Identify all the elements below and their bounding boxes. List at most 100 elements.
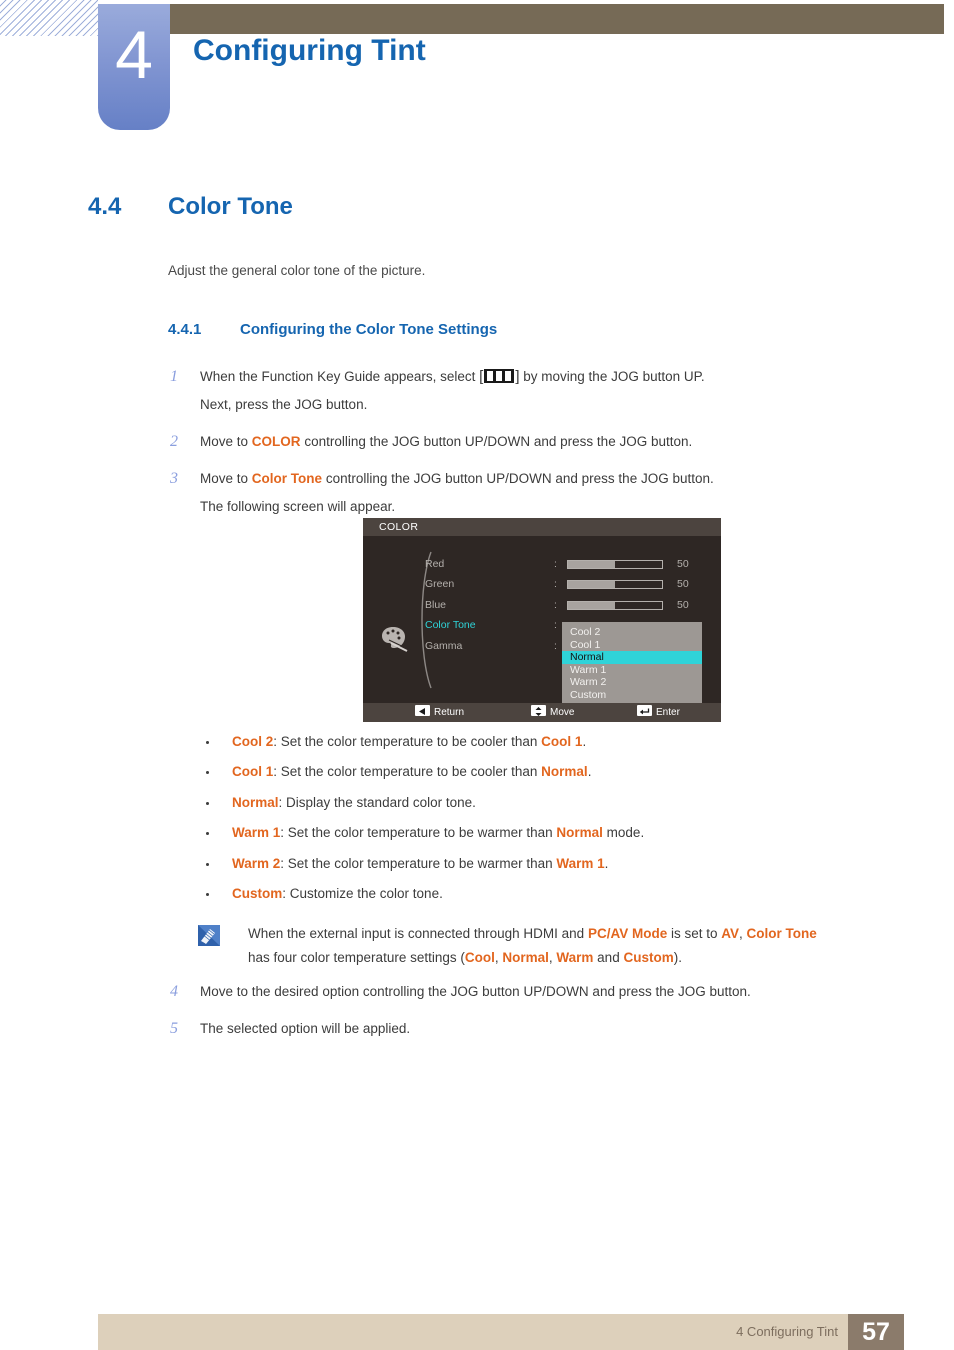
osd-value-blue: 50 — [677, 598, 689, 611]
dropdown-option-normal[interactable]: Normal — [562, 651, 702, 664]
steps-list-bottom: 4 Move to the desired option controlling… — [168, 978, 908, 1052]
bullet-term2: Cool 1 — [541, 734, 583, 749]
osd-body: Red : 50 Green : 50 Blue : 50 Color Tone… — [363, 536, 721, 708]
bullet-mid: : Set the color temperature to be cooler… — [273, 734, 542, 749]
step-index: 2 — [170, 433, 178, 450]
bullet-term: Normal — [232, 794, 279, 810]
page-title: Color Tone — [168, 193, 293, 220]
enter-arrow-icon — [637, 705, 652, 716]
note-kw6: Warm — [556, 950, 594, 965]
bracket-open: [ — [479, 368, 484, 385]
osd-label-red: Red — [425, 558, 445, 570]
step-3-text-a: Move to — [200, 471, 249, 486]
dropdown-option-cool-2[interactable]: Cool 2 — [562, 626, 702, 639]
note-p4: has four color temperature settings ( — [248, 950, 465, 965]
step-4: 4 Move to the desired option controlling… — [168, 978, 908, 1006]
color-tone-options-list: Cool 2: Set the color temperature to be … — [202, 733, 902, 915]
note-kw1: PC/AV Mode — [587, 926, 668, 941]
dropdown-option-warm-2[interactable]: Warm 2 — [562, 676, 702, 689]
osd-slider-green[interactable] — [567, 580, 663, 590]
bullet-mid: : Set the color temperature to be warmer… — [280, 825, 557, 841]
osd-move-label: Move — [550, 707, 575, 718]
section-lead-text: Adjust the general color tone of the pic… — [168, 263, 426, 278]
bullet-mid: : Set the color temperature to be cooler… — [273, 764, 542, 780]
subsection-number: 4.4.1 — [168, 321, 202, 338]
osd-label-gamma: Gamma — [425, 639, 463, 652]
step-index: 4 — [170, 983, 178, 1000]
osd-row-blue[interactable]: Blue : 50 — [425, 595, 721, 615]
list-item: Cool 2: Set the color temperature to be … — [202, 733, 902, 751]
step-1-text-c: Next, press the JOG button. — [200, 397, 368, 412]
step-3-keyword: Color Tone — [251, 471, 323, 486]
osd-return-action[interactable]: Return — [415, 703, 464, 722]
bullet-mid: : Set the color temperature to be warmer… — [280, 855, 557, 871]
osd-move-action[interactable]: Move — [531, 703, 574, 722]
note-p2: is set to — [667, 926, 722, 941]
note-text: When the external input is connected thr… — [198, 922, 898, 970]
osd-title: COLOR — [363, 518, 721, 536]
note-p1: When the external input is connected thr… — [248, 926, 588, 941]
bullet-term: Warm 2 — [232, 855, 281, 871]
osd-colon: : — [554, 578, 557, 591]
osd-value-red: 50 — [677, 558, 689, 570]
note-kw5: Normal — [502, 950, 549, 965]
step-1-text-b: by moving the JOG button UP. — [523, 369, 705, 384]
left-arrow-icon — [415, 705, 430, 716]
decorative-hatch-pattern — [0, 0, 98, 36]
note-callout: When the external input is connected thr… — [198, 922, 898, 970]
osd-enter-action[interactable]: Enter — [637, 703, 680, 722]
bullet-term: Custom — [232, 885, 283, 901]
page-footer: 4 Configuring Tint 57 — [98, 1314, 904, 1350]
step-5-text: The selected option will be applied. — [200, 1021, 411, 1036]
osd-value-green: 50 — [677, 578, 689, 591]
dropdown-option-warm-1[interactable]: Warm 1 — [562, 664, 702, 677]
step-2-keyword: COLOR — [251, 434, 301, 449]
bullet-term2: Normal — [541, 764, 588, 780]
bullet-term2: Normal — [556, 825, 603, 841]
steps-list-top: 1 When the Function Key Guide appears, s… — [168, 363, 888, 530]
osd-colon: : — [554, 619, 557, 632]
list-item: Normal: Display the standard color tone. — [202, 794, 902, 812]
function-key-guide-icon — [484, 369, 515, 383]
chapter-number: 4 — [115, 17, 153, 93]
note-kw3: Color Tone — [746, 926, 817, 941]
dropdown-option-custom[interactable]: Custom — [562, 689, 702, 702]
bullet-term: Cool 2 — [232, 734, 274, 749]
osd-row-green[interactable]: Green : 50 — [425, 574, 721, 594]
note-kw7: Custom — [623, 950, 674, 965]
step-index: 1 — [170, 368, 178, 385]
step-2-text-b: controlling the JOG button UP/DOWN and p… — [304, 434, 693, 449]
note-p3: , — [739, 926, 747, 941]
osd-row-red[interactable]: Red : 50 — [425, 554, 721, 574]
step-1-text-a: When the Function Key Guide appears, sel… — [200, 369, 476, 384]
step-index: 3 — [170, 470, 178, 487]
osd-slider-blue[interactable] — [567, 600, 663, 610]
up-down-arrow-icon — [531, 705, 546, 716]
osd-return-label: Return — [434, 707, 465, 718]
osd-menu-screenshot: COLOR Red : 50 Green : 50 Blue: 50 Colo… — [363, 518, 721, 722]
subsection-heading: 4.4.1 Configuring the Color Tone Settings — [168, 321, 497, 338]
chapter-title: Configuring Tint — [193, 34, 426, 67]
dropdown-option-cool-1[interactable]: Cool 1 — [562, 639, 702, 652]
step-5: 5 The selected option will be applied. — [168, 1015, 908, 1043]
step-1: 1 When the Function Key Guide appears, s… — [168, 363, 888, 419]
bullet-mid: : Customize the color tone. — [282, 885, 443, 901]
osd-color-tone-dropdown[interactable]: Cool 2 Cool 1 Normal Warm 1 Warm 2 Custo… — [562, 622, 702, 708]
step-3-text-b: controlling the JOG button UP/DOWN and p… — [325, 471, 714, 486]
step-2-text-a: Move to — [200, 434, 249, 449]
section-number: 4.4 — [88, 193, 122, 220]
step-3-text-c: The following screen will appear. — [200, 499, 396, 514]
bullet-mid: : Display the standard color tone. — [278, 794, 476, 810]
osd-label-color-tone: Color Tone — [425, 619, 476, 632]
palette-icon — [382, 627, 411, 652]
bullet-term: Cool 1 — [232, 764, 274, 780]
step-4-text: Move to the desired option controlling t… — [200, 984, 751, 999]
chapter-header: 4 Configuring Tint — [0, 0, 954, 140]
note-kw4: Cool — [464, 950, 495, 965]
osd-label-blue: Blue — [425, 598, 447, 611]
osd-label-green: Green — [425, 578, 455, 591]
osd-slider-red[interactable] — [567, 560, 663, 569]
footer-chapter-label: 4 Configuring Tint — [736, 1324, 838, 1339]
bullet-tail: mode. — [602, 825, 645, 841]
osd-colon: : — [554, 558, 557, 570]
